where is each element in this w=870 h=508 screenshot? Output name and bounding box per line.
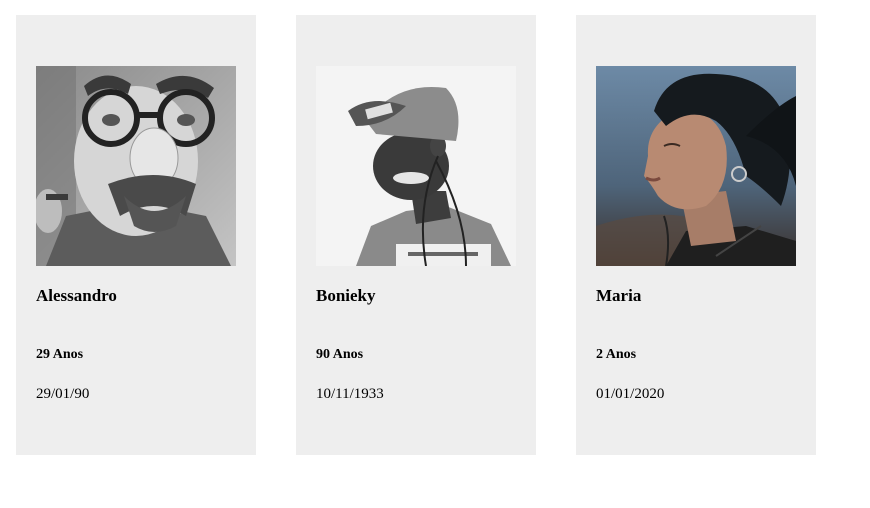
person-birthdate: 10/11/1933 bbox=[316, 386, 384, 402]
person-card: Alessandro 29 Anos 29/01/90 bbox=[16, 15, 256, 455]
person-photo bbox=[316, 66, 516, 266]
person-name: Maria bbox=[596, 286, 642, 305]
person-birthdate: 29/01/90 bbox=[36, 386, 90, 402]
person-photo bbox=[596, 66, 796, 266]
person-age: 2 Anos bbox=[596, 347, 637, 362]
person-photo bbox=[36, 66, 236, 266]
person-name: Alessandro bbox=[36, 286, 117, 305]
person-name: Bonieky bbox=[316, 286, 376, 305]
person-card: Bonieky 90 Anos 10/11/1933 bbox=[296, 15, 536, 455]
person-birthdate: 01/01/2020 bbox=[596, 386, 665, 402]
person-card-list: Alessandro 29 Anos 29/01/90 Bonieky 90 A… bbox=[16, 15, 816, 455]
person-card: Maria 2 Anos 01/01/2020 bbox=[576, 15, 816, 455]
person-age: 90 Anos bbox=[316, 347, 364, 362]
person-age: 29 Anos bbox=[36, 347, 84, 362]
